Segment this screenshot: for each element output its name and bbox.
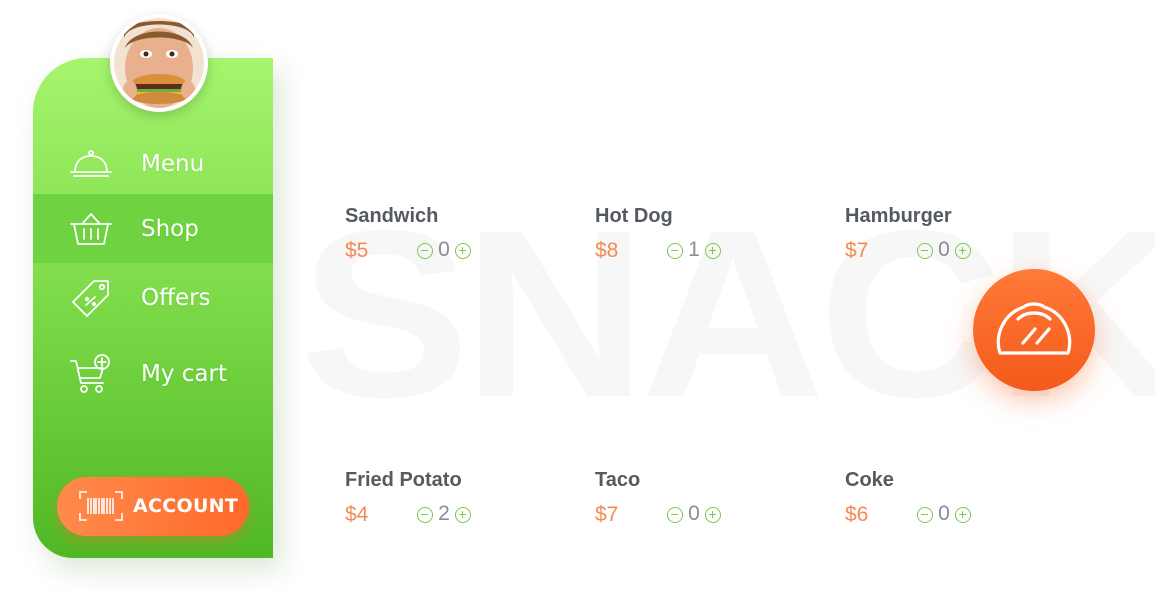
product-name: Coke	[845, 469, 894, 491]
quantity-stepper: 0	[917, 502, 971, 525]
product-price: $7	[845, 239, 869, 262]
product-card: Hamburger $7 0	[845, 205, 1065, 275]
sidebar-item-label: Offers	[141, 284, 211, 311]
quantity-value: 1	[688, 238, 700, 261]
product-card: Fried Potato $4 2	[345, 469, 565, 539]
sidebar-item-label: Menu	[141, 150, 205, 177]
cart-add-icon	[67, 350, 115, 398]
avatar-photo	[114, 18, 204, 108]
tag-icon	[67, 274, 115, 322]
product-name: Fried Potato	[345, 469, 462, 491]
decrease-button[interactable]	[667, 506, 683, 523]
product-card: Sandwich $5 0	[345, 205, 565, 275]
quantity-value: 0	[688, 502, 700, 525]
product-price: $8	[595, 239, 619, 262]
decrease-button[interactable]	[917, 242, 933, 259]
sidebar-item-menu[interactable]: Menu	[33, 129, 273, 198]
account-button[interactable]: ACCOUNT	[57, 477, 249, 536]
sidebar-item-shop[interactable]: Shop	[33, 194, 273, 263]
quantity-stepper: 0	[917, 238, 971, 261]
increase-button[interactable]	[955, 506, 971, 523]
product-card: Taco $7 0	[595, 469, 815, 539]
product-card: Coke $6 0	[845, 469, 1065, 539]
basket-icon	[67, 205, 115, 253]
sidebar: Menu Shop Offers My cart ACCOUNT	[33, 58, 273, 558]
taco-action-button[interactable]	[973, 269, 1095, 391]
increase-button[interactable]	[455, 242, 471, 259]
sidebar-item-label: My cart	[141, 360, 227, 387]
increase-button[interactable]	[455, 506, 471, 523]
decrease-button[interactable]	[667, 242, 683, 259]
quantity-stepper: 0	[417, 238, 471, 261]
decrease-button[interactable]	[917, 506, 933, 523]
quantity-value: 0	[938, 502, 950, 525]
quantity-stepper: 1	[667, 238, 721, 261]
quantity-value: 0	[938, 238, 950, 261]
decrease-button[interactable]	[417, 506, 433, 523]
product-price: $4	[345, 503, 369, 526]
account-label: ACCOUNT	[133, 495, 239, 517]
quantity-value: 0	[438, 238, 450, 261]
barcode-scan-icon	[79, 491, 123, 521]
sidebar-item-label: Shop	[141, 215, 199, 242]
increase-button[interactable]	[705, 242, 721, 259]
product-price: $7	[595, 503, 619, 526]
quantity-stepper: 0	[667, 502, 721, 525]
product-name: Taco	[595, 469, 641, 491]
quantity-stepper: 2	[417, 502, 471, 525]
product-price: $6	[845, 503, 869, 526]
taco-icon	[996, 302, 1072, 355]
quantity-value: 2	[438, 502, 450, 525]
product-name: Hot Dog	[595, 205, 673, 227]
product-price: $5	[345, 239, 369, 262]
increase-button[interactable]	[705, 506, 721, 523]
sidebar-item-offers[interactable]: Offers	[33, 263, 273, 332]
decrease-button[interactable]	[417, 242, 433, 259]
product-name: Sandwich	[345, 205, 439, 227]
product-card: Hot Dog $8 1	[595, 205, 815, 275]
product-name: Hamburger	[845, 205, 952, 227]
increase-button[interactable]	[955, 242, 971, 259]
cloche-icon	[67, 140, 115, 188]
sidebar-item-my-cart[interactable]: My cart	[33, 339, 273, 408]
avatar[interactable]	[110, 14, 208, 112]
